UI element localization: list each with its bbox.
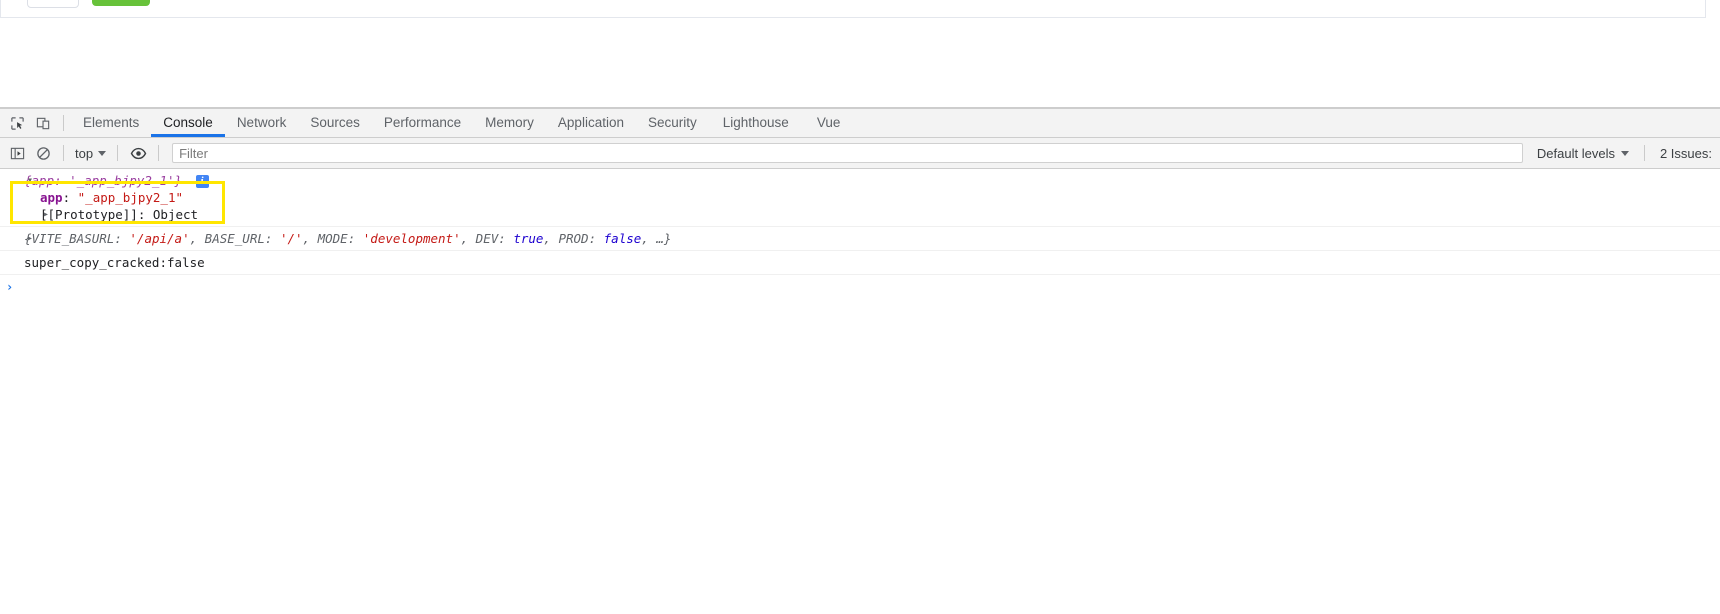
execution-context-label: top	[75, 146, 93, 161]
expand-arrow-icon[interactable]	[24, 172, 36, 189]
object-brace-close: , …}	[641, 231, 671, 246]
object-preview: {app: '_app_bjpy2_1'}	[24, 173, 182, 188]
env-comma-3: ,	[543, 231, 558, 246]
console-message-object-app[interactable]: {app: '_app_bjpy2_1'} i app: "_app_bjpy2…	[0, 169, 1720, 227]
toolbar-separator-1	[63, 145, 64, 161]
tab-lighthouse-label: Lighthouse	[723, 115, 789, 130]
filter-input[interactable]	[172, 143, 1523, 163]
tab-application-label: Application	[558, 115, 624, 130]
page-card	[0, 0, 1706, 18]
tab-network-label: Network	[237, 115, 287, 130]
env-key-dev: DEV	[476, 231, 499, 246]
info-badge-icon[interactable]: i	[196, 175, 209, 188]
toolbar-separator-4	[1644, 145, 1645, 161]
env-key-vite-basurl: VITE_BASURL	[32, 231, 115, 246]
tab-elements-label: Elements	[83, 115, 139, 130]
tab-performance[interactable]: Performance	[372, 109, 473, 137]
env-comma-2: ,	[461, 231, 476, 246]
property-value: "_app_bjpy2_1"	[78, 190, 183, 205]
env-sep-3: :	[498, 231, 513, 246]
expand-arrow-icon[interactable]	[24, 230, 36, 247]
expand-arrow-icon[interactable]	[40, 206, 52, 223]
devtools-tabstrip: Elements Console Network Sources Perform…	[0, 109, 1720, 138]
tab-security[interactable]: Security	[636, 109, 709, 137]
env-key-mode: MODE	[318, 231, 348, 246]
env-key-base-url: BASE_URL	[205, 231, 265, 246]
tab-network[interactable]: Network	[225, 109, 299, 137]
property-key: app	[40, 190, 63, 205]
toolbar-separator-3	[158, 145, 159, 161]
console-sidebar-icon[interactable]	[4, 140, 30, 166]
device-toolbar-icon[interactable]	[30, 110, 56, 136]
property-key: [[Prototype]]	[40, 207, 138, 222]
env-key-prod: PROD	[558, 231, 588, 246]
env-value-base-url: '/'	[280, 231, 303, 246]
env-sep-0: :	[114, 231, 129, 246]
console-message-list: {app: '_app_bjpy2_1'} i app: "_app_bjpy2…	[0, 169, 1720, 299]
chevron-down-icon	[1621, 151, 1629, 156]
tab-sources-label: Sources	[310, 115, 360, 130]
tab-performance-label: Performance	[384, 115, 461, 130]
property-separator: :	[138, 207, 153, 222]
page-primary-button[interactable]	[92, 0, 150, 6]
console-message-super-copy[interactable]: super_copy_cracked:false	[0, 251, 1720, 275]
execution-context-selector[interactable]: top	[71, 146, 110, 161]
object-property-app: app: "_app_bjpy2_1"	[0, 189, 1720, 206]
tab-console[interactable]: Console	[151, 109, 225, 137]
env-sep-4: :	[589, 231, 604, 246]
issues-counter[interactable]: 2 Issues:	[1652, 146, 1720, 161]
console-prompt-input[interactable]	[21, 279, 1720, 296]
property-value: Object	[153, 207, 198, 222]
tab-elements[interactable]: Elements	[71, 109, 151, 137]
console-prompt-row[interactable]: ›	[0, 275, 1720, 299]
tab-application[interactable]: Application	[546, 109, 636, 137]
web-page-viewport	[0, 0, 1720, 108]
object-property-prototype: [[Prototype]]: Object	[0, 206, 1720, 223]
tab-sources[interactable]: Sources	[298, 109, 372, 137]
log-levels-label: Default levels	[1537, 146, 1615, 161]
tab-memory-label: Memory	[485, 115, 534, 130]
live-expression-eye-icon[interactable]	[125, 140, 151, 166]
tab-security-label: Security	[648, 115, 697, 130]
env-value-vite-basurl: '/api/a'	[129, 231, 189, 246]
console-message-object-env[interactable]: {VITE_BASURL: '/api/a', BASE_URL: '/', M…	[0, 227, 1720, 251]
env-value-mode: 'development'	[363, 231, 461, 246]
clear-console-icon[interactable]	[30, 140, 56, 166]
toolbar-separator-2	[117, 145, 118, 161]
env-sep-2: :	[348, 231, 363, 246]
env-value-dev: true	[513, 231, 543, 246]
env-comma-0: ,	[190, 231, 205, 246]
property-separator: :	[63, 190, 78, 205]
devtools-panel: Elements Console Network Sources Perform…	[0, 108, 1720, 614]
log-levels-selector[interactable]: Default levels	[1529, 146, 1637, 161]
tab-console-label: Console	[163, 115, 213, 130]
chevron-down-icon	[98, 151, 106, 156]
inspect-element-icon[interactable]	[4, 110, 30, 136]
tabstrip-separator	[63, 115, 64, 131]
env-sep-1: :	[265, 231, 280, 246]
tab-lighthouse[interactable]: Lighthouse	[709, 109, 803, 137]
env-comma-1: ,	[303, 231, 318, 246]
prompt-chevron-icon: ›	[6, 280, 13, 294]
log-text: super_copy_cracked:false	[0, 254, 1720, 271]
page-secondary-button[interactable]	[27, 0, 79, 8]
console-toolbar: top Default levels 2 Issues:	[0, 138, 1720, 169]
tab-memory[interactable]: Memory	[473, 109, 546, 137]
tab-vue-label: Vue	[817, 115, 841, 130]
env-value-prod: false	[604, 231, 642, 246]
tab-vue[interactable]: Vue	[803, 109, 855, 137]
